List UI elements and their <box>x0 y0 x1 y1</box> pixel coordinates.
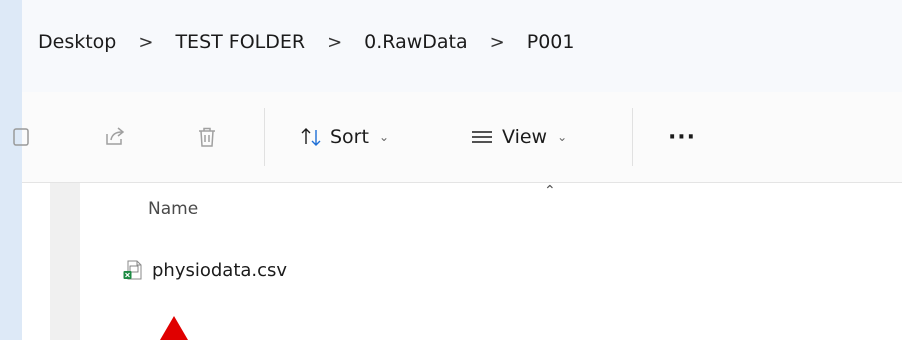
sort-icon <box>301 128 321 146</box>
breadcrumb-p001[interactable]: P001 <box>523 31 579 53</box>
breadcrumb: Desktop > TEST FOLDER > 0.RawData > P001 <box>34 24 578 60</box>
sort-button[interactable]: Sort ⌄ <box>300 120 389 154</box>
window-left-edge <box>0 0 22 340</box>
share-icon[interactable] <box>100 122 130 152</box>
more-options-button[interactable]: ··· <box>662 122 702 152</box>
command-bar: Sort ⌄ View ⌄ ··· <box>13 92 902 183</box>
csv-file-icon <box>123 260 142 280</box>
more-icon: ··· <box>667 124 697 150</box>
navigation-pane-edge <box>50 183 80 340</box>
sort-label: Sort <box>330 126 369 148</box>
breadcrumb-rawdata[interactable]: 0.RawData <box>360 31 471 53</box>
file-name: physiodata.csv <box>152 259 288 281</box>
view-button[interactable]: View ⌄ <box>470 120 567 154</box>
file-list-item[interactable]: physiodata.csv <box>122 255 287 285</box>
file-list-pane[interactable]: ⌃ Name physiodata.csv <box>80 183 902 340</box>
partial-icon[interactable] <box>8 122 38 152</box>
breadcrumb-desktop[interactable]: Desktop <box>34 31 120 53</box>
annotation-arrow-icon <box>160 316 188 340</box>
column-header-name[interactable]: Name <box>148 199 198 219</box>
chevron-down-icon: ⌄ <box>557 130 568 144</box>
toolbar-divider <box>264 108 265 166</box>
sort-ascending-caret-icon: ⌃ <box>544 183 556 199</box>
breadcrumb-test-folder[interactable]: TEST FOLDER <box>171 31 309 53</box>
chevron-down-icon: ⌄ <box>378 130 390 144</box>
breadcrumb-separator[interactable]: > <box>309 32 360 53</box>
address-bar[interactable]: Desktop > TEST FOLDER > 0.RawData > P001 <box>22 0 902 92</box>
breadcrumb-separator[interactable]: > <box>120 32 171 53</box>
delete-icon[interactable] <box>192 122 222 152</box>
toolbar-divider <box>632 108 633 166</box>
breadcrumb-separator[interactable]: > <box>472 32 523 53</box>
view-label: View <box>502 126 548 148</box>
view-icon <box>472 131 492 143</box>
